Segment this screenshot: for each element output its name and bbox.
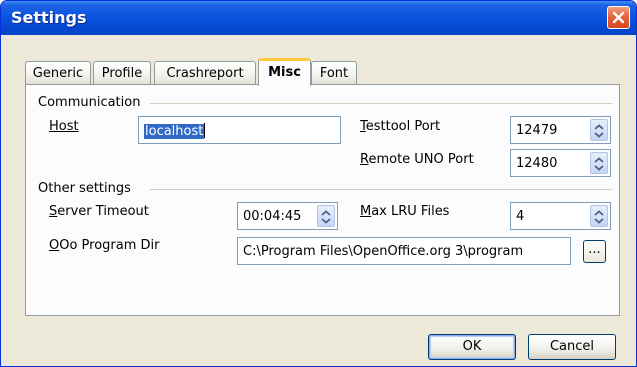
title-bar[interactable]: Settings xyxy=(1,1,636,35)
host-input[interactable]: localhost xyxy=(138,116,341,144)
communication-group-label: Communication xyxy=(38,95,141,110)
server-timeout-spinbox[interactable]: 00:04:45 xyxy=(237,202,338,230)
remote-uno-port-label: Remote UNO Port xyxy=(360,152,474,167)
max-lru-files-mnemonic: M xyxy=(360,204,372,219)
program-dir-label-text: Oo Program Dir xyxy=(59,238,160,253)
tab-crashreport[interactable]: Crashreport xyxy=(154,61,256,85)
close-icon xyxy=(612,11,625,24)
spin-arrows-icon xyxy=(594,210,604,224)
cancel-button-label: Cancel xyxy=(549,339,595,354)
host-label-text: Host xyxy=(49,119,79,134)
spin-arrows-icon xyxy=(594,124,604,138)
spin-arrows-icon xyxy=(594,157,604,171)
tab-generic[interactable]: Generic xyxy=(25,61,91,85)
testtool-port-value: 12479 xyxy=(516,123,558,138)
max-lru-files-spin-button[interactable] xyxy=(590,205,608,227)
remote-uno-port-value: 12480 xyxy=(516,156,558,171)
other-settings-divider xyxy=(150,189,612,190)
host-value: localhost xyxy=(144,123,206,139)
max-lru-files-value: 4 xyxy=(516,209,525,224)
remote-uno-port-label-text: emote UNO Port xyxy=(368,152,474,167)
testtool-port-label: Testtool Port xyxy=(360,119,440,134)
tab-label: Misc xyxy=(268,65,301,80)
cancel-button[interactable]: Cancel xyxy=(528,334,616,360)
misc-tab-panel: Communication Host localhost Testtool Po… xyxy=(25,84,620,316)
server-timeout-label: Server Timeout xyxy=(49,204,149,219)
max-lru-files-label: Max LRU Files xyxy=(360,204,449,219)
communication-divider xyxy=(150,103,612,104)
remote-uno-port-spin-button[interactable] xyxy=(590,152,608,174)
browse-button-label: ... xyxy=(588,242,601,257)
server-timeout-spin-button[interactable] xyxy=(317,205,335,227)
ok-button-label: OK xyxy=(462,339,482,354)
remote-uno-port-spinbox[interactable]: 12480 xyxy=(510,149,611,177)
close-button[interactable] xyxy=(607,6,630,29)
tab-profile[interactable]: Profile xyxy=(93,61,151,85)
testtool-port-label-text: esttool Port xyxy=(365,119,441,134)
server-timeout-label-text: erver Timeout xyxy=(57,204,149,219)
program-dir-label: OOo Program Dir xyxy=(49,238,160,253)
spin-arrows-icon xyxy=(321,210,331,224)
testtool-port-spinbox[interactable]: 12479 xyxy=(510,116,611,144)
server-timeout-value: 00:04:45 xyxy=(243,209,302,224)
tab-misc[interactable]: Misc xyxy=(258,58,311,86)
host-label: Host xyxy=(49,119,79,134)
max-lru-files-spinbox[interactable]: 4 xyxy=(510,202,611,230)
tab-label: Generic xyxy=(32,66,84,81)
window-title: Settings xyxy=(11,8,87,27)
host-value-text: localhost xyxy=(144,124,205,139)
program-dir-input[interactable]: C:\Program Files\OpenOffice.org 3\progra… xyxy=(237,237,571,265)
program-dir-mnemonic: O xyxy=(49,238,60,253)
ok-button[interactable]: OK xyxy=(428,334,516,360)
tab-label: Crashreport xyxy=(166,66,244,81)
text-caret xyxy=(204,123,206,138)
browse-button[interactable]: ... xyxy=(583,240,606,263)
other-settings-group-label: Other settings xyxy=(38,181,131,196)
max-lru-files-label-text: ax LRU Files xyxy=(371,204,450,219)
testtool-port-spin-button[interactable] xyxy=(590,119,608,141)
program-dir-value: C:\Program Files\OpenOffice.org 3\progra… xyxy=(243,244,524,259)
settings-dialog: Settings Generic Profile Crashreport Mis… xyxy=(0,0,637,367)
tab-label: Font xyxy=(319,66,349,81)
tab-label: Profile xyxy=(101,66,143,81)
tab-font[interactable]: Font xyxy=(311,61,357,85)
